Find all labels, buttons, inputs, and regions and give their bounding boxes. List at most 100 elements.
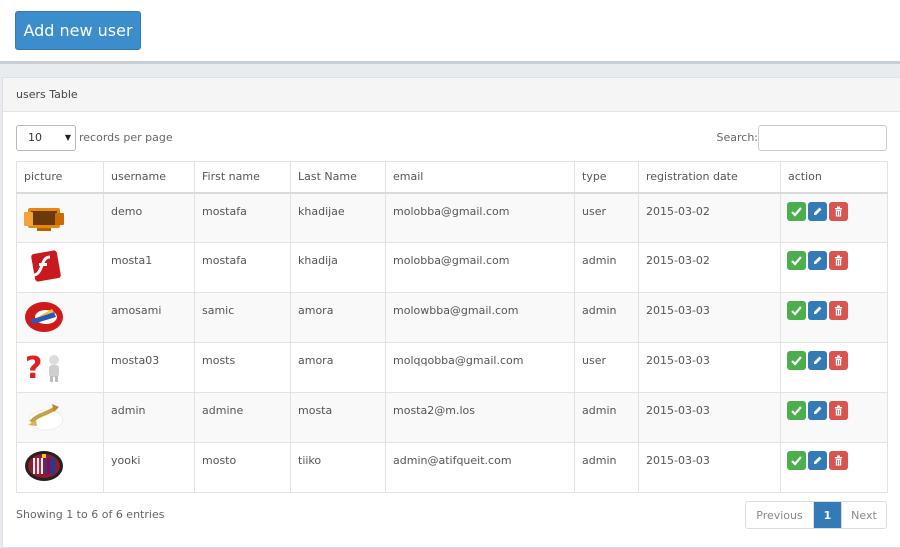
action-cell bbox=[780, 242, 888, 293]
column-header-username[interactable]: username bbox=[103, 161, 195, 194]
pagination: Previous 1 Next bbox=[745, 501, 887, 529]
users-table: picture username First name Last Name em… bbox=[16, 161, 888, 493]
email-cell: admin@atifqueit.com bbox=[385, 442, 575, 493]
edit-button[interactable] bbox=[808, 451, 827, 470]
delete-button[interactable] bbox=[829, 201, 848, 221]
edit-button[interactable] bbox=[808, 301, 827, 320]
username-cell: amosami bbox=[103, 292, 195, 343]
table-row: yooki mosto tiiko admin@atifqueit.com admin 2… bbox=[16, 442, 888, 493]
table-row: mosta1 mostafa khadija molobba@gmail.com adm… bbox=[16, 242, 888, 293]
action-cell bbox=[780, 342, 888, 393]
last-name-cell: khadija bbox=[290, 242, 386, 293]
type-cell: admin bbox=[574, 442, 639, 493]
approve-button[interactable] bbox=[787, 301, 806, 320]
delete-button[interactable] bbox=[829, 251, 848, 270]
type-cell: admin bbox=[574, 292, 639, 343]
delete-button[interactable] bbox=[829, 401, 848, 420]
type-cell: admin bbox=[574, 392, 639, 443]
first-name-cell: mosts bbox=[194, 342, 291, 393]
table-row: amosami samic amora molowbba@gmail.com admin… bbox=[16, 292, 888, 343]
last-name-cell: khadijae bbox=[290, 192, 386, 243]
picture-cell: ? bbox=[16, 342, 104, 393]
panel-title: users Table bbox=[3, 78, 900, 112]
delete-button[interactable] bbox=[829, 351, 848, 370]
picture-cell bbox=[16, 242, 104, 293]
table-row: demo mostafa khadijae molobba@gmail.com user… bbox=[16, 192, 888, 243]
next-page-button[interactable]: Next bbox=[841, 502, 886, 528]
caret-down-icon: ▼ bbox=[64, 133, 71, 142]
column-header-last-name[interactable]: Last Name bbox=[290, 161, 386, 194]
registration-date-cell: 2015-03-03 bbox=[638, 442, 781, 493]
previous-page-button[interactable]: Previous bbox=[746, 502, 813, 528]
username-cell: mosta03 bbox=[103, 342, 195, 393]
picture-cell bbox=[16, 442, 104, 493]
first-name-cell: admine bbox=[194, 392, 291, 443]
edit-button[interactable] bbox=[808, 401, 827, 420]
question-person-icon: ? bbox=[24, 351, 64, 387]
username-cell: demo bbox=[103, 192, 195, 243]
registration-date-cell: 2015-03-03 bbox=[638, 342, 781, 393]
last-name-cell: mosta bbox=[290, 392, 386, 443]
registration-date-cell: 2015-03-02 bbox=[638, 192, 781, 243]
records-per-page-label: records per page bbox=[79, 131, 173, 144]
search-input[interactable] bbox=[758, 125, 887, 151]
column-header-picture[interactable]: picture bbox=[16, 161, 104, 194]
action-cell bbox=[780, 292, 888, 343]
edit-button[interactable] bbox=[808, 251, 827, 270]
email-cell: molobba@gmail.com bbox=[385, 242, 575, 293]
page-length-select[interactable]: 10 ▼ bbox=[16, 125, 76, 151]
email-cell: molobba@gmail.com bbox=[385, 192, 575, 243]
username-cell: mosta1 bbox=[103, 242, 195, 293]
type-cell: admin bbox=[574, 242, 639, 293]
last-name-cell: amora bbox=[290, 292, 386, 343]
first-name-cell: mostafa bbox=[194, 192, 291, 243]
edit-button[interactable] bbox=[808, 201, 827, 221]
column-header-first-name[interactable]: First name bbox=[194, 161, 291, 194]
approve-button[interactable] bbox=[787, 201, 806, 221]
approve-button[interactable] bbox=[787, 251, 806, 270]
action-cell bbox=[780, 442, 888, 493]
edit-button[interactable] bbox=[808, 351, 827, 370]
column-header-registration-date[interactable]: registration date bbox=[638, 161, 781, 194]
table-row: admin admine mosta mosta2@m.los admin 2015-03… bbox=[16, 392, 888, 443]
first-name-cell: mostafa bbox=[194, 242, 291, 293]
approve-button[interactable] bbox=[787, 401, 806, 420]
picture-cell bbox=[16, 192, 104, 243]
registration-date-cell: 2015-03-03 bbox=[638, 392, 781, 443]
approve-button[interactable] bbox=[787, 451, 806, 470]
red-disc-icon bbox=[24, 302, 64, 337]
svg-text:?: ? bbox=[25, 351, 42, 384]
users-panel: users Table 10 ▼ records per page Search… bbox=[2, 77, 900, 548]
username-cell: admin bbox=[103, 392, 195, 443]
picture-cell bbox=[16, 392, 104, 443]
type-cell: user bbox=[574, 192, 639, 243]
approve-button[interactable] bbox=[787, 351, 806, 370]
top-bar: Add new user bbox=[0, 0, 900, 64]
crest-badge-icon bbox=[24, 451, 64, 487]
first-name-cell: mosto bbox=[194, 442, 291, 493]
email-cell: mosta2@m.los bbox=[385, 392, 575, 443]
registration-date-cell: 2015-03-03 bbox=[638, 292, 781, 343]
page-1-button[interactable]: 1 bbox=[813, 502, 841, 528]
column-header-email[interactable]: email bbox=[385, 161, 575, 194]
column-header-action[interactable]: action bbox=[780, 161, 888, 194]
action-cell bbox=[780, 192, 888, 243]
gold-arrow-icon bbox=[24, 404, 64, 437]
add-new-user-button[interactable]: Add new user bbox=[15, 11, 141, 50]
username-cell: yooki bbox=[103, 442, 195, 493]
table-header-row: picture username First name Last Name em… bbox=[16, 161, 888, 194]
column-header-type[interactable]: type bbox=[574, 161, 639, 194]
delete-button[interactable] bbox=[829, 451, 848, 470]
delete-button[interactable] bbox=[829, 301, 848, 320]
last-name-cell: amora bbox=[290, 342, 386, 393]
table-info: Showing 1 to 6 of 6 entries bbox=[16, 508, 165, 521]
email-cell: molowbba@gmail.com bbox=[385, 292, 575, 343]
email-cell: molqqobba@gmail.com bbox=[385, 342, 575, 393]
devices-icon bbox=[24, 207, 64, 238]
action-cell bbox=[780, 392, 888, 443]
first-name-cell: samic bbox=[194, 292, 291, 343]
last-name-cell: tiiko bbox=[290, 442, 386, 493]
flash-icon bbox=[24, 250, 64, 287]
page-length-value: 10 bbox=[28, 131, 42, 144]
registration-date-cell: 2015-03-02 bbox=[638, 242, 781, 293]
